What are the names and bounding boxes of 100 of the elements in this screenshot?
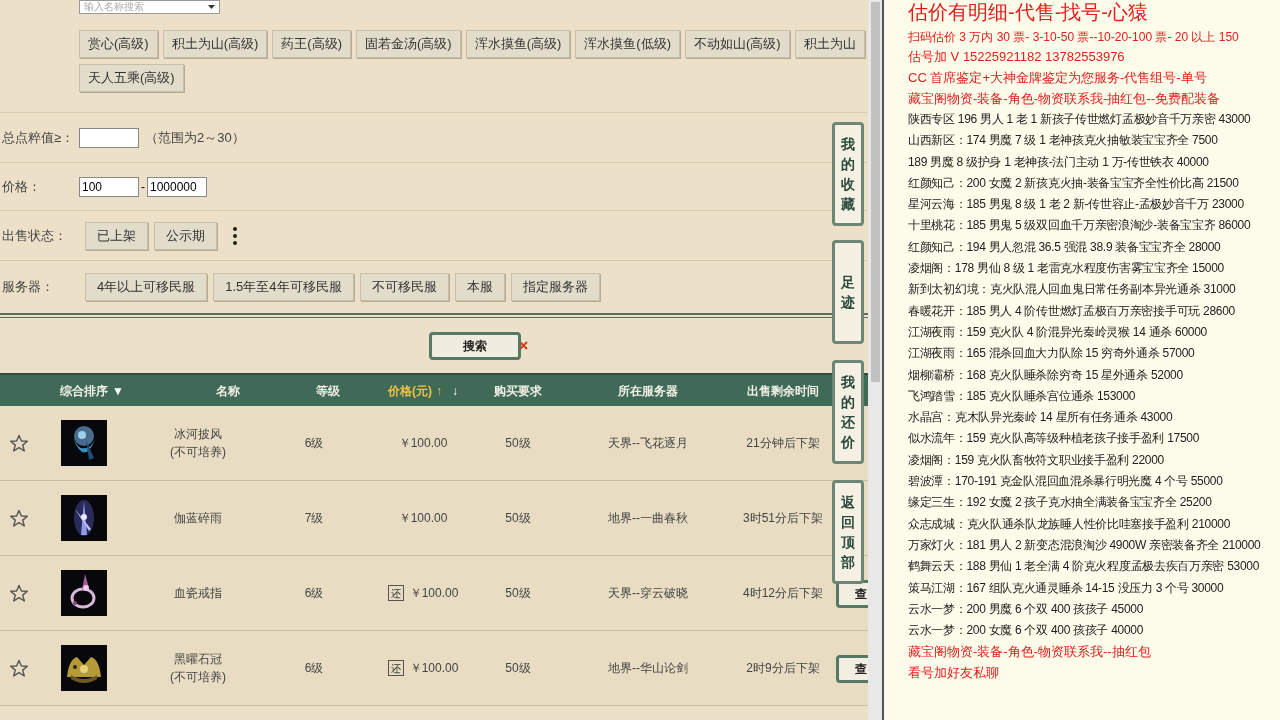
table-cell-text: 3时51分后下架 bbox=[743, 510, 823, 527]
star-icon[interactable] bbox=[9, 583, 29, 603]
filter-button[interactable]: 固若金汤(高级) bbox=[356, 30, 461, 58]
star-icon[interactable] bbox=[9, 433, 29, 453]
text-line: 万家灯火：181 男人 2 新变态混浪淘沙 4900W 亲密装备齐全 210000 bbox=[908, 536, 1262, 554]
text-line: 新到太初幻境：克火队混人回血鬼日常任务副本异光通杀 31000 bbox=[908, 281, 1237, 299]
text-line: 江湖夜雨：165 混杀回血大力队除 15 穷奇外通杀 57000 bbox=[908, 345, 1196, 363]
filter-button[interactable]: 药王(高级) bbox=[272, 30, 351, 58]
column-header[interactable]: 价格(元) bbox=[388, 381, 432, 400]
text-line: 十里桃花：185 男鬼 5 级双回血千万亲密浪淘沙-装备宝宝齐 86000 bbox=[908, 217, 1252, 235]
table-cell-text: 天界--穿云破晓 bbox=[608, 585, 688, 602]
star-icon[interactable] bbox=[9, 508, 29, 528]
text-line: 众志成城：克火队通杀队龙族睡人性价比哇塞接手盈利 210000 bbox=[908, 515, 1232, 533]
text-line: 红颜知己：194 男人忽混 36.5 强混 38.9 装备宝宝齐全 28000 bbox=[908, 238, 1222, 256]
text-line: 江湖夜雨：159 克火队 4 阶混异光秦岭灵猴 14 通杀 60000 bbox=[908, 323, 1208, 341]
text-line: 扫码估价 3 万内 30 票- 3-10-50 票--10-20-100 票- 20 以上 150 bbox=[908, 29, 1240, 46]
text-line: 碧波潭：170-191 克金队混回血混杀暴行明光魔 4 个号 55000 bbox=[908, 473, 1224, 491]
text-line: 星河云海：185 男鬼 8 级 1 老 2 新-传世容止-孟极妙音千万 23000 bbox=[908, 196, 1245, 214]
table-cell-text: 6级 bbox=[304, 435, 324, 452]
sort-arrow[interactable]: ↑ bbox=[436, 381, 442, 400]
text-line: 云水一梦：200 男魔 6 个双 400 孩孩子 45000 bbox=[908, 600, 1145, 618]
server-button[interactable]: 1.5年至4年可移民服 bbox=[213, 273, 354, 301]
server-button[interactable]: 不可移民服 bbox=[359, 273, 449, 301]
bargain-badge: 还 bbox=[387, 585, 404, 601]
filter-button[interactable]: 不动如山(高级) bbox=[685, 30, 790, 58]
text-line: 烟柳灞桥：168 克火队睡杀除穷奇 15 星外通杀 52000 bbox=[908, 366, 1184, 384]
item-name[interactable]: 伽蓝碎雨 bbox=[174, 509, 222, 527]
filter-label: 总点粹值≥： bbox=[1, 128, 76, 147]
text-line: 水晶宫：克木队异光秦岭 14 星所有任务通杀 43000 bbox=[908, 409, 1174, 427]
filter-button[interactable]: 积土为山(高级) bbox=[162, 30, 268, 58]
document-title: 估价有明细-代售-找号-心猿 bbox=[908, 0, 1149, 24]
table-cell-text: 21分钟后下架 bbox=[746, 435, 820, 452]
table-cell-text: 天界--飞花逐月 bbox=[608, 435, 688, 452]
item-name[interactable]: 血瓷戒指 bbox=[174, 584, 222, 602]
text-line: 策马江湖：167 组队克火通灵睡杀 14-15 没压力 3 个号 30000 bbox=[908, 579, 1225, 597]
text-line: 鹤舞云天：188 男仙 1 老全满 4 阶克火程度孟极去疾百万亲密 53000 bbox=[908, 558, 1261, 576]
filter-button[interactable]: 赏心(高级) bbox=[79, 30, 158, 58]
bargain-badge: 还 bbox=[387, 660, 404, 676]
scrollbar[interactable] bbox=[868, 0, 882, 720]
text-line: 189 男魔 8 级护身 1 老神孩-法门主动 1 万-传世铁衣 40000 bbox=[908, 153, 1210, 171]
text-line: 春暖花开：185 男人 4 阶传世燃灯孟极百万亲密接手可玩 28600 bbox=[908, 302, 1236, 320]
table-cell-text: ￥100.00 bbox=[398, 510, 448, 527]
sort-arrow[interactable]: ▼ bbox=[112, 381, 124, 400]
filter-button[interactable]: 浑水摸鱼(低级) bbox=[575, 30, 681, 58]
side-tab[interactable]: 我的收藏 bbox=[832, 122, 864, 226]
side-tab[interactable]: 足迹 bbox=[832, 240, 864, 344]
sort-arrow[interactable]: ↓ bbox=[452, 381, 458, 400]
table-cell-text: 50级 bbox=[505, 660, 531, 677]
column-header[interactable]: 等级 bbox=[316, 381, 340, 400]
filter-button[interactable]: 积土为山 bbox=[794, 30, 865, 58]
text-line: 云水一梦：200 女魔 6 个双 400 孩孩子 40000 bbox=[908, 622, 1145, 640]
item-name[interactable]: 冰河披风 bbox=[174, 425, 222, 443]
text-line: 飞鸿踏雪：185 克火队睡杀宫位通杀 153000 bbox=[908, 387, 1137, 405]
score-field[interactable] bbox=[79, 127, 139, 148]
search-button[interactable]: 搜索 bbox=[428, 331, 521, 360]
view-button[interactable]: 查 bbox=[836, 655, 868, 683]
caret-icon bbox=[208, 5, 215, 9]
table-cell-text: ￥100.00 bbox=[409, 660, 459, 677]
separator: - bbox=[141, 178, 145, 196]
text-line: 山西新区：174 男魔 7 级 1 老神孩克火抽敏装宝宝齐全 7500 bbox=[908, 132, 1219, 150]
side-tab[interactable]: 返回顶部 bbox=[832, 480, 864, 584]
text-line: 凌烟阁：159 克火队畜牧符文职业接手盈利 22000 bbox=[908, 451, 1165, 469]
table-cell-text: 6级 bbox=[304, 585, 324, 602]
min-price-field[interactable]: 100 bbox=[79, 176, 139, 197]
column-header[interactable]: 综合排序 bbox=[60, 381, 108, 400]
table-cell-text: 地界--华山论剑 bbox=[608, 660, 688, 677]
text-line: 凌烟阁：178 男仙 8 级 1 老雷克水程度伤害雾宝宝齐全 15000 bbox=[908, 260, 1225, 278]
text-line: CC 首席鉴定+大神金牌鉴定为您服务-代售组号-单号 bbox=[908, 69, 1208, 87]
table-cell-text: ￥100.00 bbox=[398, 435, 448, 452]
status-button[interactable]: 已上架 bbox=[85, 221, 148, 250]
side-tab[interactable]: 我的还价 bbox=[832, 360, 864, 464]
status-button[interactable]: 公示期 bbox=[154, 221, 217, 250]
server-button[interactable]: 本服 bbox=[454, 273, 505, 301]
item-note: (不可培养) bbox=[170, 669, 226, 686]
filter-label: 价格： bbox=[1, 177, 42, 196]
server-button[interactable]: 指定服务器 bbox=[510, 273, 600, 301]
item-name[interactable]: 黑曜石冠 bbox=[174, 650, 222, 668]
close-icon[interactable] bbox=[518, 341, 528, 350]
range-hint: （范围为2～30） bbox=[145, 128, 245, 147]
text-line: 藏宝阁物资-装备-角色-物资联系我-抽红包--免费配装备 bbox=[908, 90, 1221, 108]
column-header[interactable]: 购买要求 bbox=[494, 381, 542, 400]
text-line: 看号加好友私聊 bbox=[908, 664, 1000, 683]
max-price-field[interactable]: 1000000 bbox=[147, 176, 207, 197]
filter-button[interactable]: 天人五乘(高级) bbox=[79, 64, 184, 92]
column-header[interactable]: 名称 bbox=[216, 381, 240, 400]
table-cell-text: 2时9分后下架 bbox=[746, 660, 820, 677]
filter-button[interactable]: 浑水摸鱼(高级) bbox=[465, 30, 571, 58]
more-icon[interactable] bbox=[233, 226, 237, 245]
server-button[interactable]: 4年以上可移民服 bbox=[85, 273, 208, 301]
table-cell-text: 50级 bbox=[505, 585, 531, 602]
text-line: 红颜知己：200 女魔 2 新孩克火抽-装备宝宝齐全性价比高 21500 bbox=[908, 174, 1240, 192]
text-line: 藏宝阁物资-装备-角色-物资联系我--抽红包 bbox=[908, 643, 1152, 662]
table-cell-text: 7级 bbox=[304, 510, 324, 527]
column-header[interactable]: 出售剩余时间 bbox=[747, 381, 819, 400]
text-line: 估号加 V 15225921182 13782553976 bbox=[908, 48, 1126, 66]
text-line: 陕西专区 196 男人 1 老 1 新孩子传世燃灯孟极妙音千万亲密 43000 bbox=[908, 111, 1252, 128]
star-icon[interactable] bbox=[9, 658, 29, 678]
column-header[interactable]: 所在服务器 bbox=[618, 381, 678, 400]
table-cell-text: 地界--一曲春秋 bbox=[608, 510, 688, 527]
text-line: 似水流年：159 克火队高等级种植老孩子接手盈利 17500 bbox=[908, 430, 1201, 448]
